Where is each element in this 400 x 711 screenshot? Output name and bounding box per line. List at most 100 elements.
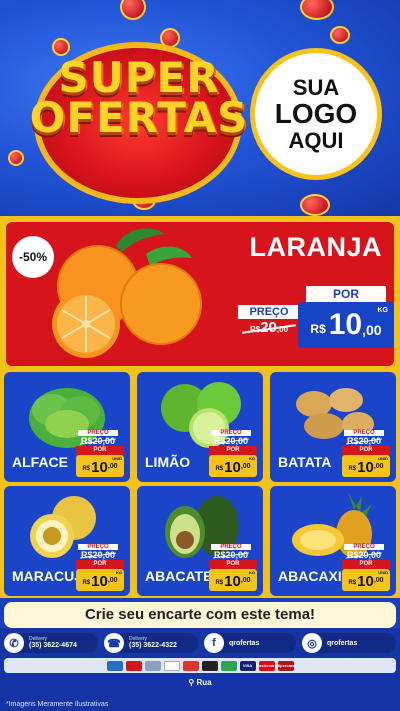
facebook-text: qrofertas (224, 640, 259, 647)
old-price-value: R$20,00 (238, 319, 300, 336)
new-price-box: R$ 10 ,00 UNID (76, 455, 124, 477)
price-decimal: ,00 (240, 577, 251, 584)
card-icon (125, 660, 142, 671)
product-card-alface[interactable]: ALFACE PREÇO R$20,00 POR R$ 10 ,00 UNID (4, 372, 130, 482)
new-price-label: POR (209, 446, 257, 455)
phone-contact[interactable]: ☎ Delivery (35) 3622-4322 (104, 633, 198, 653)
instagram-contact[interactable]: ◎ qrofertas (302, 633, 396, 653)
phone-label: Delivery (129, 636, 148, 642)
payment-methods: VISA Mastercard Hipercard (4, 658, 396, 673)
logo-placeholder: SUA LOGO AQUI (250, 48, 382, 180)
coin-decoration (300, 194, 330, 216)
price-integer: 10 (224, 459, 241, 476)
facebook-contact[interactable]: f qrofertas (204, 633, 296, 653)
price-currency: R$ (82, 580, 91, 586)
old-price-box: PREÇO R$20,00 (78, 430, 118, 446)
product-name: ALFACE (12, 454, 68, 470)
logo-line-3: AQUI (288, 127, 344, 153)
price-unit: UNID (112, 456, 122, 461)
address: ⚲ Rua (0, 678, 400, 687)
product-card-abacate[interactable]: ABACATE PREÇO R$20,00 POR R$ 10 ,00 KG (137, 486, 263, 596)
old-price-box: PREÇO R$20,00 (211, 544, 251, 560)
coin-decoration (120, 0, 146, 20)
price-currency: R$ (348, 466, 357, 472)
price-integer: 10 (91, 573, 108, 590)
price-decimal: ,00 (373, 463, 384, 470)
address-text: Rua (196, 678, 212, 687)
price-unit: KG (249, 456, 255, 461)
product-name: BATATA (278, 454, 332, 470)
whatsapp-icon: ✆ (4, 633, 24, 653)
price-unit: KG (249, 570, 255, 575)
title-line-2: OFERTAS (29, 92, 249, 142)
orange-image (52, 228, 202, 358)
phone-text: Delivery (35) 3622-4322 (124, 636, 177, 650)
hero-banner: SUPER OFERTAS SUA LOGO AQUI (0, 0, 400, 216)
facebook-icon: f (204, 633, 224, 653)
facebook-handle: qrofertas (229, 639, 260, 647)
whatsapp-contact[interactable]: ✆ Delivery (35) 3622-4674 (4, 633, 98, 653)
price-unit: UNID (378, 570, 388, 575)
new-price-label: POR (209, 560, 257, 569)
new-price-box: R$ 10 ,00 KG (209, 455, 257, 477)
old-price-value: R$20,00 (344, 550, 384, 560)
footer: ✆ Delivery (35) 3622-4674 ☎ Delivery (35… (0, 628, 400, 711)
price-decimal: ,00 (240, 463, 251, 470)
visa-icon: VISA (239, 660, 256, 671)
logo-line-2: LOGO (274, 98, 358, 130)
cta-banner[interactable]: Crie seu encarte com este tema! (4, 602, 396, 628)
price-integer: 10 (357, 573, 374, 590)
price-integer: 10 (91, 459, 108, 476)
price-decimal: ,00 (107, 577, 118, 584)
coin-decoration (330, 26, 350, 44)
price-currency: R$ (82, 466, 91, 472)
product-card-maracuja[interactable]: MARACUJÁ PREÇO R$20,00 POR R$ 10 ,00 KG (4, 486, 130, 596)
price-currency: R$ (215, 466, 224, 472)
card-icon (182, 660, 199, 671)
logo-line-1: SUA (292, 75, 340, 101)
product-card-batata[interactable]: BATATA PREÇO R$20,00 POR R$ 10 ,00 UNID (270, 372, 396, 482)
coin-decoration (8, 150, 24, 166)
price-currency: R$ (215, 580, 224, 586)
price-integer: 10 (224, 573, 241, 590)
old-price-value: R$20,00 (211, 550, 251, 560)
instagram-icon: ◎ (302, 633, 322, 653)
price-decimal: ,00 (107, 463, 118, 470)
card-icon (220, 660, 237, 671)
new-price-label: POR (76, 560, 124, 569)
price-currency: R$ (310, 322, 326, 336)
new-price-label: POR (342, 560, 390, 569)
new-price-box: R$ 10 ,00 UNID (342, 569, 390, 591)
coin-decoration (300, 0, 334, 20)
new-price-label: POR (306, 286, 386, 302)
price-integer: 10 (357, 459, 374, 476)
price-integer: 10 (328, 308, 363, 341)
price-currency: R$ (348, 580, 357, 586)
old-price-box: PREÇO R$20,00 (238, 305, 300, 345)
page-title: SUPER OFERTAS (14, 57, 264, 142)
old-price-value: R$20,00 (211, 436, 251, 446)
new-price-label: POR (76, 446, 124, 455)
price-unit: KG (116, 570, 122, 575)
disclaimer: *Imagens Meramente Ilustrativas (6, 701, 109, 708)
whatsapp-phone: (35) 3622-4674 (29, 642, 77, 649)
phone-icon: ☎ (104, 633, 124, 653)
product-card-abacaxi[interactable]: ABACAXI PREÇO R$20,00 POR R$ 10 ,00 UNID (270, 486, 396, 596)
card-icon (144, 660, 161, 671)
whatsapp-text: Delivery (35) 3622-4674 (24, 637, 77, 650)
old-price-value: R$20,00 (78, 436, 118, 446)
mastercard-icon: Mastercard (256, 660, 277, 671)
product-card-limao[interactable]: LIMÃO PREÇO R$20,00 POR R$ 10 ,00 KG (137, 372, 263, 482)
price-decimal: ,00 (373, 577, 384, 584)
featured-product-name: LARANJA (249, 232, 382, 262)
old-price-value: R$20,00 (344, 436, 384, 446)
old-price-value: R$20,00 (78, 550, 118, 560)
hipercard-icon: Hipercard (276, 660, 295, 671)
product-name: ABACATE (145, 568, 213, 584)
card-icon (106, 660, 123, 671)
new-price-box: R$ 10 ,00 KG (76, 569, 124, 591)
old-price-box: PREÇO R$20,00 (344, 430, 384, 446)
phone-number: (35) 3622-4322 (129, 642, 177, 649)
price-decimal: ,00 (362, 322, 382, 338)
featured-product-card[interactable]: -50% LARANJA PREÇO R$20,00 POR R$ 10 ,00… (6, 222, 394, 366)
